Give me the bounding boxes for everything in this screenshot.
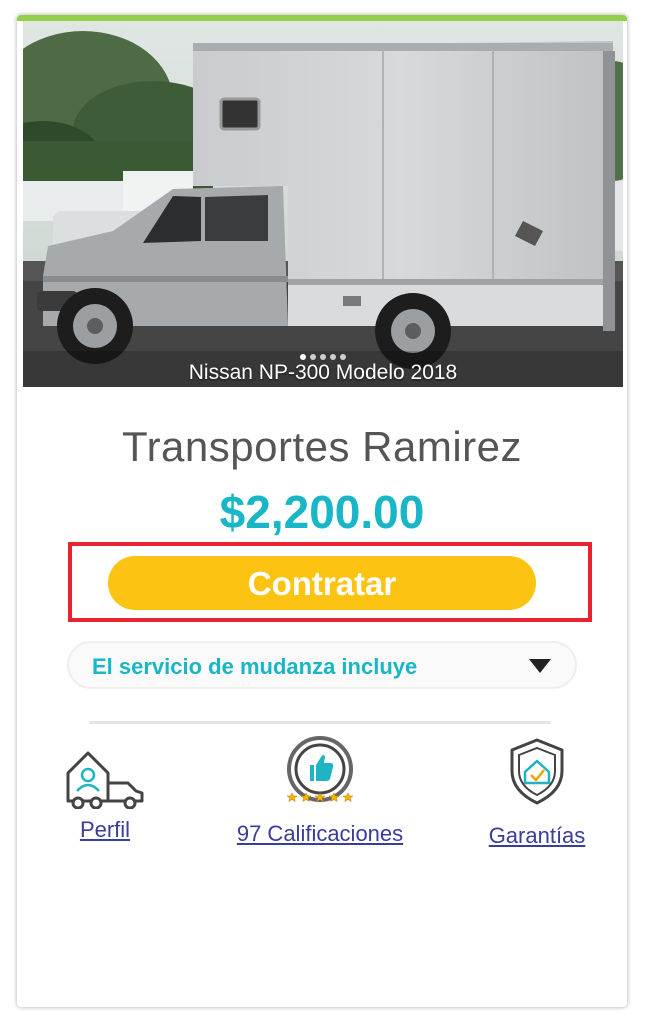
vehicle-caption: Nissan NP-300 Modelo 2018 xyxy=(188,361,458,384)
guarantees-link[interactable]: Garantías xyxy=(472,823,602,849)
hire-button[interactable]: Contratar xyxy=(108,556,536,610)
includes-label: El servicio de mudanza incluye xyxy=(92,654,418,679)
carousel-indicators[interactable] xyxy=(23,354,623,360)
house-truck-icon[interactable] xyxy=(64,745,146,809)
guarantees-feature: Garantías xyxy=(472,737,602,849)
thumbs-up-badge-icon[interactable] xyxy=(284,735,356,807)
ratings-link[interactable]: 97 Calificaciones xyxy=(215,821,425,847)
includes-dropdown[interactable]: El servicio de mudanza incluye xyxy=(67,641,577,689)
divider xyxy=(89,721,551,724)
carousel-dot[interactable] xyxy=(330,354,336,360)
provider-card: Nissan NP-300 Modelo 2018 Transportes Ra… xyxy=(17,15,627,1007)
carousel-dot[interactable] xyxy=(300,354,306,360)
profile-link[interactable]: Perfil xyxy=(57,817,153,843)
carousel-dot[interactable] xyxy=(320,354,326,360)
profile-feature: Perfil xyxy=(57,745,153,843)
carousel-dot[interactable] xyxy=(340,354,346,360)
service-price: $2,200.00 xyxy=(219,486,425,538)
ratings-feature: 97 Calificaciones xyxy=(215,735,425,847)
shield-house-icon[interactable] xyxy=(507,737,567,807)
vehicle-photo xyxy=(23,21,623,387)
provider-name: Transportes Ramirez xyxy=(121,423,523,470)
chevron-down-icon[interactable] xyxy=(529,659,551,673)
carousel-dot[interactable] xyxy=(310,354,316,360)
vehicle-photo-carousel[interactable]: Nissan NP-300 Modelo 2018 xyxy=(23,21,623,387)
